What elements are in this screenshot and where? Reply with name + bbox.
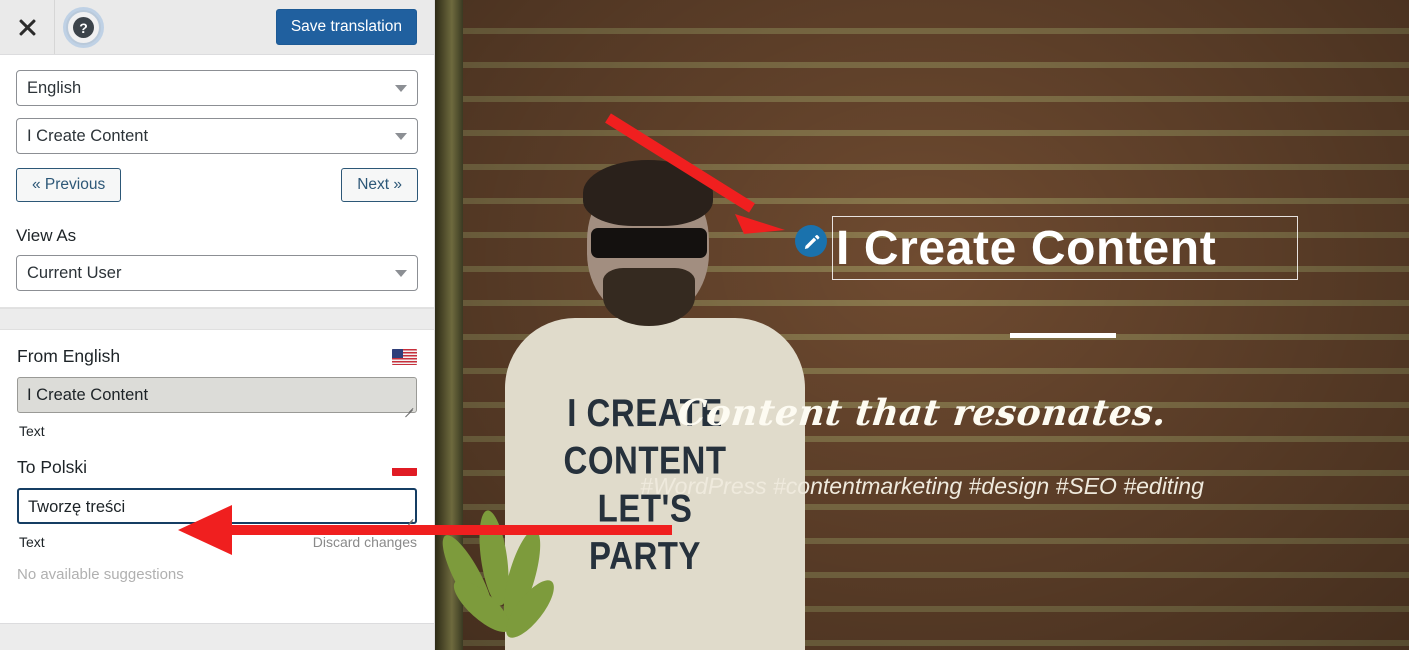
- flag-us-icon: [392, 348, 417, 365]
- view-as-select[interactable]: Current User: [16, 255, 418, 292]
- section-divider: [0, 308, 434, 331]
- site-preview-pane: I CREATE CONTENT LET'S PARTY I Create Co…: [435, 0, 1409, 650]
- save-translation-button[interactable]: Save translation: [275, 9, 417, 46]
- language-select[interactable]: English: [16, 70, 418, 106]
- navigation-section: English I Create Content « Previous Next…: [0, 55, 434, 309]
- target-meta-row: Text Discard changes: [19, 534, 417, 550]
- previous-button[interactable]: « Previous: [16, 168, 122, 203]
- close-button[interactable]: [0, 0, 55, 54]
- target-textarea[interactable]: [17, 488, 417, 525]
- translation-section: From English Text To Polski: [0, 330, 434, 584]
- hero-divider-rule: [1010, 333, 1116, 338]
- help-icon: ?: [73, 17, 94, 38]
- source-title: From English: [17, 346, 121, 367]
- chevron-down-icon: [395, 133, 407, 140]
- pencil-icon[interactable]: [795, 225, 827, 257]
- source-header: From English: [17, 346, 417, 367]
- view-as-label: View As: [16, 226, 77, 246]
- string-select[interactable]: I Create Content: [16, 118, 418, 154]
- hero-hashtags: #WordPress #contentmarketing #design #SE…: [640, 473, 1204, 499]
- target-title: To Polski: [17, 457, 88, 478]
- sidebar-header: ? Save translation: [0, 0, 434, 55]
- source-textarea[interactable]: [17, 377, 417, 414]
- source-field-wrap: [17, 377, 417, 418]
- chevron-down-icon: [395, 270, 407, 278]
- flag-pl-icon: [392, 459, 417, 476]
- source-meta-row: Text: [19, 423, 417, 439]
- language-select-value: English: [27, 78, 82, 97]
- target-field-wrap: [17, 488, 417, 529]
- target-type-label: Text: [19, 534, 45, 551]
- close-icon: [16, 16, 38, 38]
- translation-sidebar: ? Save translation English I Create Cont…: [0, 0, 435, 650]
- discard-changes-link[interactable]: Discard changes: [313, 534, 417, 550]
- hero-title: I Create Content: [836, 221, 1217, 275]
- view-as-select-value: Current User: [27, 263, 122, 282]
- next-button[interactable]: Next »: [341, 168, 418, 203]
- target-header: To Polski: [17, 457, 417, 478]
- hero-tagline: Content that resonates.: [675, 392, 1169, 434]
- string-select-value: I Create Content: [27, 126, 149, 145]
- source-type-label: Text: [19, 423, 45, 440]
- sidebar-footer: [0, 623, 434, 650]
- target-block: To Polski Text Discard changes No availa…: [17, 457, 417, 583]
- suggestions-empty-text: No available suggestions: [17, 566, 184, 584]
- help-button[interactable]: ?: [66, 10, 101, 45]
- translation-editor-screen: ? Save translation English I Create Cont…: [0, 0, 1409, 650]
- hero-section: I Create Content Content that resonates.…: [435, 0, 1409, 650]
- pagination-row: « Previous Next »: [16, 168, 418, 203]
- chevron-down-icon: [395, 85, 407, 92]
- hero-title-highlight-box[interactable]: I Create Content: [832, 216, 1298, 280]
